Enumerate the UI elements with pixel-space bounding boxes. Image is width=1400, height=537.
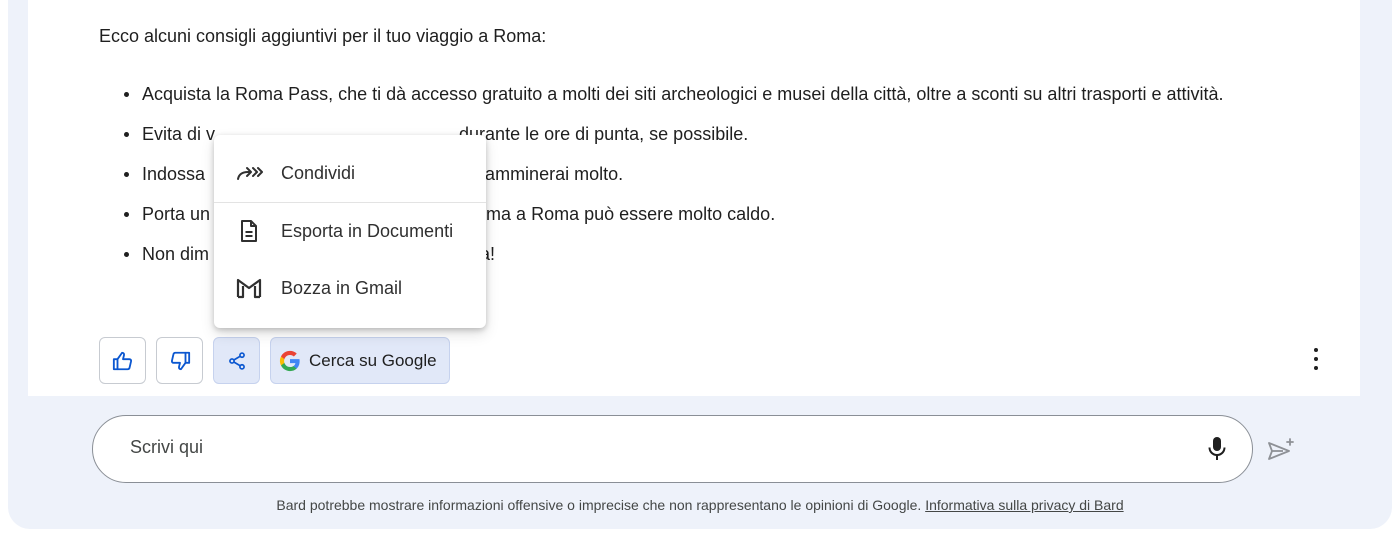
mic-icon[interactable] bbox=[1204, 435, 1230, 463]
thumbs-up-button[interactable] bbox=[99, 337, 146, 384]
menu-item-label: Bozza in Gmail bbox=[281, 277, 403, 298]
document-icon bbox=[232, 219, 266, 243]
gmail-icon bbox=[232, 277, 266, 299]
menu-item-label: Condividi bbox=[281, 162, 356, 183]
disclaimer-text: Bard potrebbe mostrare informazioni offe… bbox=[276, 497, 922, 513]
list-item: Acquista la Roma Pass, che ti dà accesso… bbox=[122, 80, 1262, 108]
menu-item-export-docs[interactable]: Esporta in Documenti bbox=[214, 206, 486, 256]
disclaimer: Bard potrebbe mostrare informazioni offe… bbox=[0, 497, 1400, 513]
send-icon[interactable] bbox=[1266, 437, 1296, 465]
response-intro: Ecco alcuni consigli aggiuntivi per il t… bbox=[99, 26, 547, 46]
share-button[interactable] bbox=[213, 337, 260, 384]
google-icon bbox=[279, 350, 300, 371]
menu-divider bbox=[214, 202, 486, 203]
menu-item-label: Esporta in Documenti bbox=[281, 220, 454, 241]
share-menu: Condividi Esporta in Documenti Bozza in … bbox=[214, 135, 486, 328]
privacy-link[interactable]: Informativa sulla privacy di Bard bbox=[925, 497, 1123, 513]
thumbs-down-icon bbox=[170, 351, 190, 370]
search-google-button[interactable]: Cerca su Google bbox=[270, 337, 450, 384]
share-icon bbox=[228, 351, 245, 370]
prompt-placeholder: Scrivi qui bbox=[130, 437, 204, 457]
thumbs-up-icon bbox=[112, 351, 132, 370]
search-google-label: Cerca su Google bbox=[309, 350, 437, 370]
thumbs-down-button[interactable] bbox=[156, 337, 203, 384]
prompt-input[interactable]: Scrivi qui bbox=[92, 415, 1253, 483]
response-actions: Cerca su Google bbox=[99, 337, 450, 384]
share-arrow-icon bbox=[232, 163, 266, 183]
more-vert-icon[interactable] bbox=[1305, 346, 1327, 372]
menu-item-gmail-draft[interactable]: Bozza in Gmail bbox=[214, 263, 486, 313]
menu-item-share[interactable]: Condividi bbox=[214, 148, 486, 198]
